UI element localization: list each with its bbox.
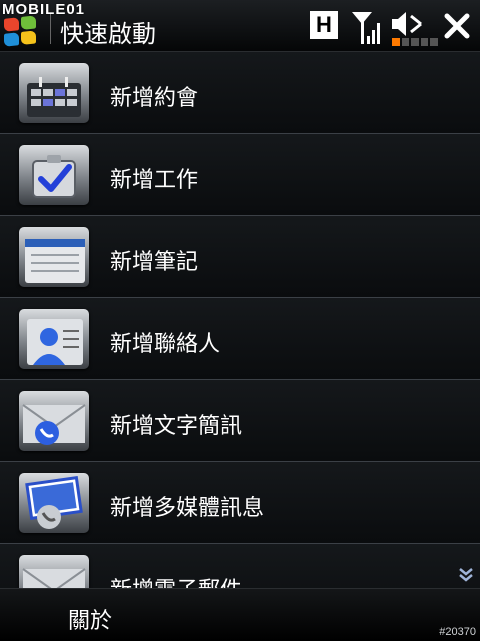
network-type-indicator[interactable]: H xyxy=(310,11,338,39)
list-item-label: 新增聯絡人 xyxy=(110,332,221,357)
list-item-new-mms[interactable]: 新增多媒體訊息 xyxy=(0,462,480,544)
list-item-new-task[interactable]: 新增工作 xyxy=(0,134,480,216)
calendar-icon xyxy=(19,63,89,123)
list-item-new-email[interactable]: 新增電子郵件 xyxy=(0,544,480,588)
battery-segment xyxy=(430,38,438,46)
signal-strength-icon[interactable] xyxy=(350,10,384,46)
battery-segment xyxy=(420,38,429,46)
contact-icon xyxy=(19,309,89,369)
notes-icon xyxy=(19,227,89,287)
post-id-label: #20370 xyxy=(439,626,476,638)
scroll-down-chevron-icon[interactable] xyxy=(458,566,474,582)
title-bar: MOBILE01 快速啟動 H xyxy=(0,0,480,52)
mms-icon xyxy=(19,473,89,533)
list-item-new-appointment[interactable]: 新增約會 xyxy=(0,52,480,134)
battery-segment xyxy=(401,38,410,46)
list-item-label: 新增約會 xyxy=(110,86,199,111)
quick-launch-list[interactable]: 新增約會 新增工作 新增筆記 新增聯絡人 新增文字簡訊 新增多媒體訊息 xyxy=(0,52,480,588)
battery-indicator xyxy=(392,38,438,46)
list-item-new-contact[interactable]: 新增聯絡人 xyxy=(0,298,480,380)
sms-icon xyxy=(19,391,89,451)
list-item-label: 新增筆記 xyxy=(110,250,199,275)
about-softkey[interactable]: 關於 xyxy=(68,603,112,635)
battery-segment xyxy=(392,38,400,46)
softkey-bar: 關於 #20370 xyxy=(0,588,480,641)
list-item-new-sms[interactable]: 新增文字簡訊 xyxy=(0,380,480,462)
list-item-new-note[interactable]: 新增筆記 xyxy=(0,216,480,298)
list-item-label: 新增文字簡訊 xyxy=(110,414,243,439)
battery-segment xyxy=(411,38,419,46)
title-divider xyxy=(50,14,51,44)
page-title: 快速啟動 xyxy=(60,20,156,48)
close-icon[interactable] xyxy=(442,11,472,41)
list-item-label: 新增多媒體訊息 xyxy=(110,496,265,521)
task-check-icon xyxy=(19,145,89,205)
email-icon xyxy=(19,555,89,588)
volume-muted-icon[interactable] xyxy=(390,10,426,38)
windows-start-icon[interactable] xyxy=(4,15,38,49)
list-item-label: 新增電子郵件 xyxy=(110,572,242,588)
list-item-label: 新增工作 xyxy=(110,168,199,193)
